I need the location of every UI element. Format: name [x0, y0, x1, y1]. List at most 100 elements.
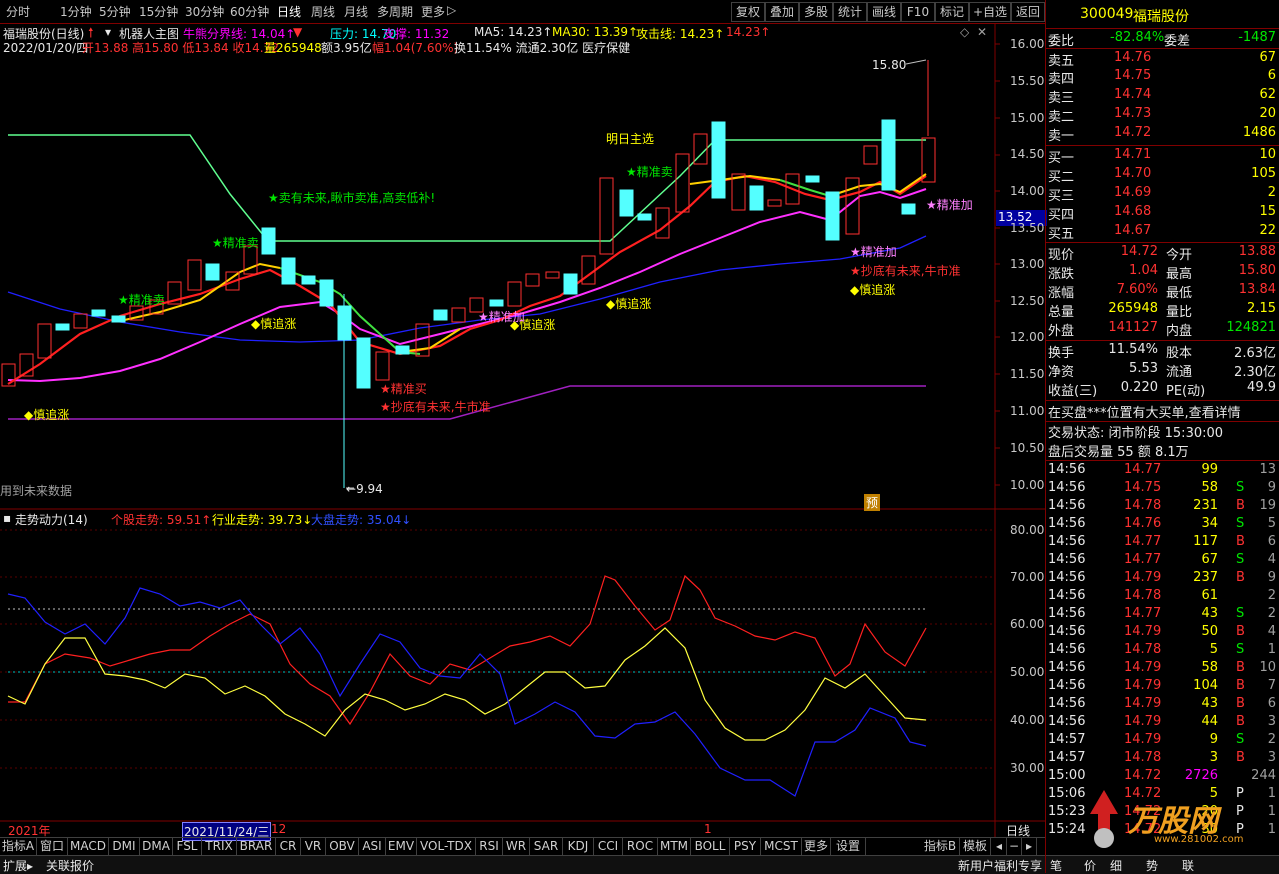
statistics-button[interactable]: 统计: [833, 2, 867, 22]
close-icon[interactable]: ✕: [977, 25, 987, 39]
tick-price: 14.79: [1124, 696, 1162, 711]
tab-asi[interactable]: ASI: [359, 838, 386, 855]
tick-volume: 43: [1201, 696, 1218, 711]
tab-more[interactable]: 更多: [802, 838, 831, 855]
tab-indicator-b[interactable]: 指标B: [921, 838, 960, 855]
tick-volume: 5: [1209, 642, 1218, 657]
tab-dma[interactable]: DMA: [140, 838, 173, 855]
ask-row[interactable]: 卖二 14.73 20: [1048, 106, 1278, 125]
ask-row[interactable]: 卖三 14.74 62: [1048, 87, 1278, 106]
tab-vol-tdx[interactable]: VOL-TDX: [417, 838, 476, 855]
draw-line-button[interactable]: 画线: [867, 2, 901, 22]
tab-obv[interactable]: OBV: [326, 838, 359, 855]
tab-settings[interactable]: 设置: [831, 838, 866, 855]
tab-dmi[interactable]: DMI: [109, 838, 140, 855]
tab-template[interactable]: 模板: [960, 838, 991, 855]
tab-wr[interactable]: WR: [503, 838, 530, 855]
kline-chart[interactable]: [0, 24, 1045, 837]
tab-window[interactable]: 窗口: [37, 838, 68, 855]
arrow-down-icon[interactable]: ▾: [105, 25, 111, 39]
tab-fsl[interactable]: FSL: [173, 838, 202, 855]
ask-row[interactable]: 卖四 14.75 6: [1048, 68, 1278, 87]
precise-add-signal-3: ★精准加: [926, 198, 973, 212]
big-order-notice[interactable]: 在买盘***位置有大买单,查看详情: [1048, 402, 1278, 421]
y-tick: 15.00: [1010, 111, 1045, 125]
tick-side: B: [1236, 624, 1245, 639]
tab-sar[interactable]: SAR: [530, 838, 563, 855]
tab-price[interactable]: 价: [1084, 857, 1096, 874]
ask-label: 卖一: [1048, 129, 1075, 144]
x-axis-month-12: 12: [271, 822, 287, 836]
tick-count: 7: [1267, 678, 1276, 693]
bid-row[interactable]: 买一 14.71 10: [1048, 147, 1278, 166]
tab-minus-icon[interactable]: −: [1007, 838, 1022, 855]
period-weekly[interactable]: 周线: [311, 3, 335, 20]
ask-row[interactable]: 卖一 14.72 1486: [1048, 125, 1278, 144]
tick-row: 14:56 14.79 237 B 9: [1048, 570, 1278, 588]
tab-vr[interactable]: VR: [301, 838, 326, 855]
tab-related[interactable]: 联: [1182, 857, 1194, 874]
tab-emv[interactable]: EMV: [386, 838, 417, 855]
tab-cr[interactable]: CR: [276, 838, 301, 855]
tab-kdj[interactable]: KDJ: [563, 838, 594, 855]
bid-row[interactable]: 买二 14.70 105: [1048, 166, 1278, 185]
diamond-icon[interactable]: ◇: [960, 25, 969, 39]
mark-button[interactable]: 标记: [935, 2, 969, 22]
extend-button[interactable]: 扩展▸: [3, 857, 33, 874]
chase-text-5: 慎追涨: [859, 283, 896, 297]
related-quote-button[interactable]: 关联报价: [46, 857, 94, 874]
tab-psy[interactable]: PSY: [730, 838, 761, 855]
tab-scroll-right-icon[interactable]: ▸: [1022, 838, 1037, 855]
tab-indicator-a[interactable]: 指标A: [0, 838, 37, 855]
period-60min[interactable]: 60分钟: [230, 3, 269, 20]
add-watchlist-button[interactable]: +自选: [969, 2, 1011, 22]
tick-row: 14:56 14.79 50 B 4: [1048, 624, 1278, 642]
bottom-text-1: 抄底有未来,牛市准: [390, 400, 491, 414]
period-monthly[interactable]: 月线: [344, 3, 368, 20]
tab-mcst[interactable]: MCST: [761, 838, 802, 855]
period-30min[interactable]: 30分钟: [185, 3, 224, 20]
period-daily[interactable]: 日线: [277, 3, 301, 20]
ask-row[interactable]: 卖五 14.76 67: [1048, 50, 1278, 69]
tab-trix[interactable]: TRIX: [202, 838, 237, 855]
period-multi[interactable]: 多周期: [377, 3, 413, 20]
tab-detail[interactable]: 细: [1110, 857, 1122, 874]
tab-cci[interactable]: CCI: [594, 838, 623, 855]
sub-chart-menu-icon[interactable]: ▪: [3, 511, 11, 525]
restore-rights-button[interactable]: 复权: [731, 2, 765, 22]
f10-button[interactable]: F10: [901, 2, 935, 22]
precise-buy-signal: ★精准买: [380, 382, 427, 396]
tab-rsi[interactable]: RSI: [476, 838, 503, 855]
ask-label: 卖三: [1048, 91, 1075, 106]
period-1min[interactable]: 1分钟: [60, 3, 92, 20]
tab-mtm[interactable]: MTM: [658, 838, 691, 855]
tab-ticks[interactable]: 笔: [1050, 857, 1062, 874]
future-data-note: 用到未来数据: [0, 484, 73, 498]
multi-stock-button[interactable]: 多股: [799, 2, 833, 22]
bid-row[interactable]: 买三 14.69 2: [1048, 185, 1278, 204]
tab-boll[interactable]: BOLL: [691, 838, 730, 855]
tab-scroll-left-icon[interactable]: ◂: [992, 838, 1007, 855]
tick-count: 19: [1259, 498, 1276, 513]
tab-roc[interactable]: ROC: [623, 838, 658, 855]
period-5min[interactable]: 5分钟: [99, 3, 131, 20]
tick-count: 9: [1267, 480, 1276, 495]
period-fenshi[interactable]: 分时: [6, 3, 30, 20]
new-user-welfare-link[interactable]: 新用户福利专享: [958, 857, 1042, 874]
period-more[interactable]: 更多: [421, 3, 445, 20]
tab-trend[interactable]: 势: [1146, 857, 1158, 874]
pre-tag[interactable]: 预: [864, 494, 881, 511]
ask-volume: 67: [1259, 50, 1276, 65]
tick-count: 4: [1267, 624, 1276, 639]
sell-future-text: 卖有未来,瞅市卖准,高卖低补!: [278, 191, 436, 205]
tab-macd[interactable]: MACD: [68, 838, 109, 855]
bid-row[interactable]: 买五 14.67 22: [1048, 223, 1278, 242]
tab-brar[interactable]: BRAR: [237, 838, 276, 855]
sub-chart-title[interactable]: 走势动力(14): [15, 511, 88, 528]
back-button[interactable]: 返回: [1011, 2, 1045, 22]
bid-row[interactable]: 买四 14.68 15: [1048, 204, 1278, 223]
period-15min[interactable]: 15分钟: [139, 3, 178, 20]
more-arrow-icon[interactable]: ▷: [447, 3, 456, 17]
overlay-button[interactable]: 叠加: [765, 2, 799, 22]
period-toolbar: 分时 1分钟 5分钟 15分钟 30分钟 60分钟 日线 周线 月线 多周期 更…: [0, 0, 1045, 24]
